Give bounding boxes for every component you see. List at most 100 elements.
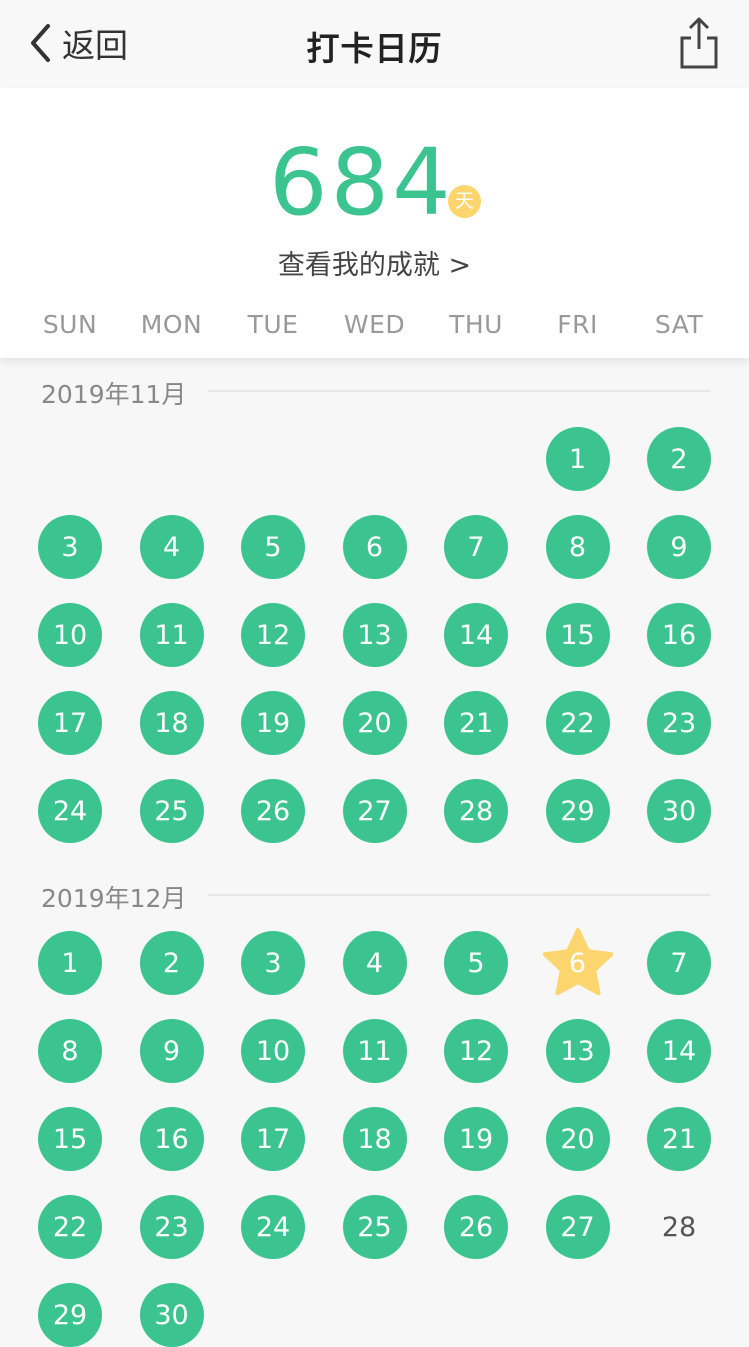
calendar-day[interactable]: 12 [241, 603, 305, 667]
weekday-header: SUN MON TUE WED THU FRI SAT [0, 310, 749, 350]
weekday-thu: THU [449, 310, 503, 339]
calendar-day[interactable]: 23 [139, 1195, 204, 1259]
calendar-day[interactable]: 7 [444, 515, 508, 579]
calendar-day[interactable]: 6 [342, 515, 407, 579]
calendar-day[interactable]: 27 [545, 1195, 610, 1259]
calendar-day[interactable]: 9 [647, 515, 711, 579]
day-number: 11 [357, 1035, 392, 1067]
calendar-day[interactable]: 3 [241, 931, 305, 995]
calendar-day[interactable]: 22 [38, 1195, 102, 1259]
day-number: 28 [458, 795, 494, 827]
calendar-day[interactable]: 29 [545, 779, 610, 843]
calendar-day[interactable]: 1 [38, 931, 102, 995]
calendar-day[interactable]: 25 [342, 1195, 407, 1259]
calendar-day[interactable]: 22 [545, 691, 610, 755]
month-title: 2019年11月 [41, 380, 187, 409]
calendar-day[interactable]: 11 [139, 603, 204, 667]
day-number: 10 [255, 1035, 291, 1067]
day-number: 5 [467, 947, 485, 979]
calendar-day[interactable]: 8 [38, 1019, 102, 1083]
calendar-day[interactable]: 16 [139, 1107, 204, 1171]
share-icon [678, 17, 720, 74]
day-number: 8 [568, 531, 587, 563]
calendar-day[interactable]: 17 [241, 1107, 305, 1171]
calendar-day[interactable]: 13 [545, 1019, 610, 1083]
calendar-day[interactable]: 3 [38, 515, 102, 579]
calendar-day[interactable]: 26 [444, 1195, 508, 1259]
calendar-day[interactable]: 20 [545, 1107, 610, 1171]
day-number: 2 [162, 947, 181, 979]
calendar-day[interactable]: 28 [444, 779, 508, 843]
day-number: 27 [560, 1211, 595, 1243]
calendar-day[interactable]: 2 [647, 427, 711, 491]
day-number: 9 [670, 531, 688, 563]
calendar-day[interactable]: 5 [444, 931, 508, 995]
day-number: 26 [458, 1211, 494, 1243]
calendar-day[interactable]: 17 [38, 691, 102, 755]
calendar-day[interactable]: 14 [647, 1019, 711, 1083]
calendar-day[interactable]: 19 [444, 1107, 508, 1171]
calendar-day[interactable]: 21 [647, 1107, 711, 1171]
page-title: 打卡日历 [306, 29, 443, 68]
calendar-day-today[interactable]: 6 [542, 928, 613, 996]
calendar-day[interactable]: 10 [241, 1019, 305, 1083]
calendar-day[interactable]: 8 [545, 515, 610, 579]
day-number: 23 [661, 707, 697, 739]
day-number: 24 [255, 1211, 291, 1243]
calendar-day[interactable]: 27 [342, 779, 407, 843]
calendar-day[interactable]: 13 [342, 603, 407, 667]
day-number: 30 [154, 1299, 189, 1331]
calendar-day[interactable]: 21 [444, 691, 508, 755]
calendar-day[interactable]: 12 [444, 1019, 508, 1083]
day-number: 4 [162, 531, 181, 563]
weekday-fri: FRI [557, 310, 598, 339]
calendar-day[interactable]: 23 [647, 691, 711, 755]
calendar-day[interactable]: 18 [342, 1107, 407, 1171]
calendar-day[interactable]: 10 [38, 603, 102, 667]
day-number: 12 [458, 1035, 494, 1067]
calendar-day[interactable]: 4 [342, 931, 407, 995]
calendar-day[interactable]: 16 [647, 603, 711, 667]
calendar-day[interactable]: 24 [241, 1195, 305, 1259]
day-number: 20 [357, 707, 392, 739]
calendar-day[interactable]: 19 [241, 691, 305, 755]
day-number: 5 [264, 531, 282, 563]
calendar-day[interactable]: 14 [444, 603, 508, 667]
calendar-day[interactable]: 18 [139, 691, 204, 755]
calendar-day[interactable]: 9 [139, 1019, 204, 1083]
calendar-day[interactable]: 28 [647, 1195, 711, 1259]
month-title: 2019年12月 [41, 884, 187, 913]
day-number: 6 [365, 531, 384, 563]
calendar-day[interactable]: 7 [647, 931, 711, 995]
day-number: 21 [661, 1123, 697, 1155]
achievements-link[interactable]: 查看我的成就 > [0, 243, 749, 282]
day-number: 26 [255, 795, 291, 827]
calendar-day[interactable]: 1 [545, 427, 610, 491]
day-number: 13 [357, 619, 392, 651]
day-number: 15 [560, 619, 595, 651]
calendar-day[interactable]: 24 [38, 779, 102, 843]
day-number: 6 [568, 947, 587, 979]
calendar-day[interactable]: 5 [241, 515, 305, 579]
share-button[interactable] [678, 16, 720, 74]
day-number: 22 [560, 707, 595, 739]
day-number: 24 [52, 795, 88, 827]
calendar-day[interactable]: 15 [38, 1107, 102, 1171]
day-number: 9 [162, 1035, 181, 1067]
calendar-day[interactable]: 4 [139, 515, 204, 579]
day-number: 18 [357, 1123, 392, 1155]
day-number: 17 [255, 1123, 291, 1155]
day-number: 10 [52, 619, 88, 651]
calendar-day[interactable]: 30 [647, 779, 711, 843]
calendar-day[interactable]: 25 [139, 779, 204, 843]
calendar-day[interactable]: 15 [545, 603, 610, 667]
calendar-day[interactable]: 2 [139, 931, 204, 995]
day-number: 25 [154, 795, 189, 827]
day-number: 13 [560, 1035, 595, 1067]
weekday-sun: SUN [42, 310, 98, 339]
calendar-day[interactable]: 11 [342, 1019, 407, 1083]
calendar-day[interactable]: 26 [241, 779, 305, 843]
month-divider [208, 390, 710, 392]
calendar-day[interactable]: 20 [342, 691, 407, 755]
day-number: 29 [52, 1299, 88, 1331]
